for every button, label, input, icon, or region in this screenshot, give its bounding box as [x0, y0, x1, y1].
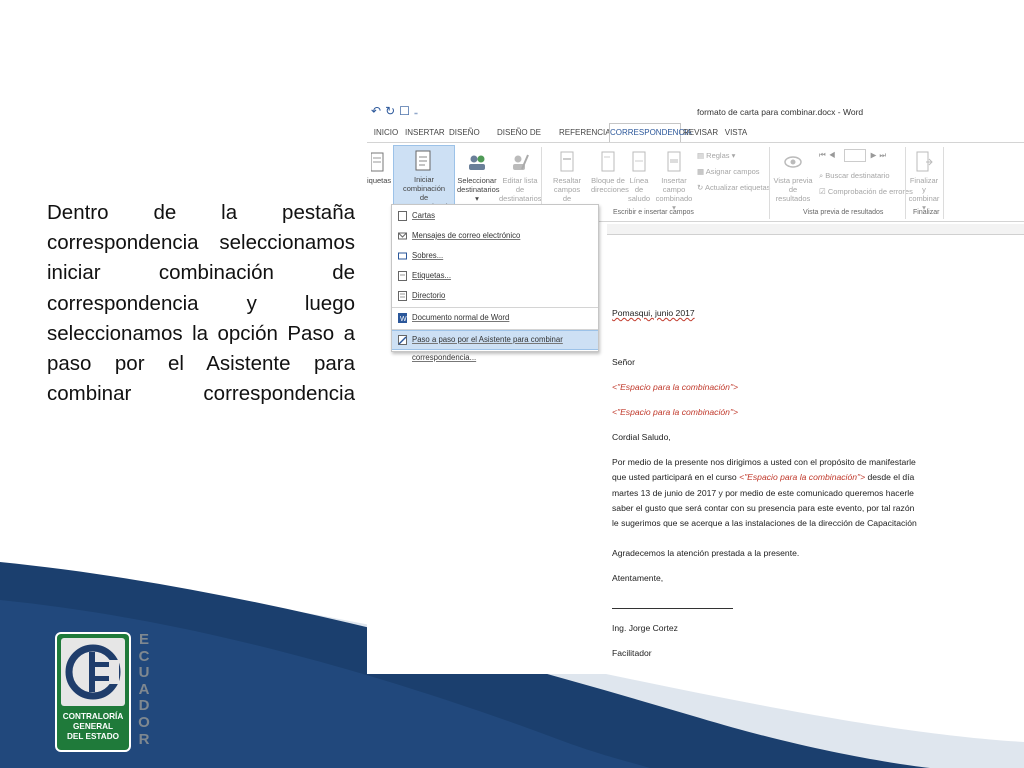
email-icon [398, 232, 407, 240]
tab-vista[interactable]: VISTA [723, 124, 749, 142]
comprobacion-errores-button[interactable]: ☑ Comprobación de errores [819, 187, 913, 196]
actualizar-etiquetas-button[interactable]: ↻ Actualizar etiquetas [697, 183, 770, 192]
tab-insertar[interactable]: INSERTAR [405, 124, 445, 142]
envelope-icon [398, 252, 407, 260]
touch-mode-icon[interactable]: ☐ [399, 104, 414, 118]
finish-merge-icon [916, 151, 933, 172]
menu-item-sobres[interactable]: Sobres... [392, 247, 598, 265]
first-record-icon[interactable]: ⏮ [819, 150, 829, 159]
signer-name: Ing. Jorge Cortez [612, 623, 678, 633]
editar-lista-button[interactable]: Editar lista de destinatarios [499, 147, 542, 205]
start-mail-merge-menu: Cartas Mensajes de correo electrónico So… [391, 204, 599, 362]
label-icon [398, 271, 407, 281]
qat-dropdown-icon[interactable]: ₌ [414, 108, 422, 117]
quick-access-toolbar: ↶↻☐₌ [371, 104, 422, 118]
tab-diseno[interactable]: DISEÑO [449, 124, 480, 142]
address-block-icon [601, 151, 615, 172]
thanks-line: Agradecemos la atención prestada a la pr… [612, 548, 800, 558]
salutation: Señor [612, 357, 635, 367]
tab-referencias[interactable]: REFERENCIAS [559, 124, 616, 142]
last-record-icon[interactable]: ⏭ [879, 150, 889, 159]
update-labels-icon: ↻ [697, 183, 705, 192]
match-fields-icon: ▦ [697, 167, 706, 176]
contraloria-emblem-icon [65, 644, 121, 700]
undo-icon[interactable]: ↶ [371, 104, 385, 118]
document-page[interactable]: Pomasqui, junio 2017 Señor <"Espacio par… [553, 236, 1024, 674]
window-title: formato de carta para combinar.docx - Wo… [697, 107, 864, 117]
menu-item-paso-a-paso[interactable]: Paso a paso por el Asistente para combin… [392, 330, 598, 362]
menu-item-cartas[interactable]: Cartas [392, 207, 598, 225]
tab-diseno-pagina[interactable]: DISEÑO DE PÁGINA [487, 124, 551, 155]
labels-icon [371, 152, 384, 172]
resaltar-campos-button[interactable]: Resaltar campos de combinación [543, 147, 591, 212]
preview-results-icon [784, 156, 802, 168]
signature-line [612, 608, 733, 609]
letter-body: Por medio de la presente nos dirigimos a… [612, 457, 917, 529]
asignar-campos-button[interactable]: ▦ Asignar campos [697, 167, 760, 176]
record-navigation: ⏮◀ ▶⏭ [819, 149, 889, 162]
contraloria-logo: CONTRALORÍA GENERAL DEL ESTADO [55, 632, 131, 752]
menu-item-correo[interactable]: Mensajes de correo electrónico [392, 227, 598, 245]
logo-line-2: GENERAL [72, 722, 114, 731]
greeting-line-icon [632, 151, 646, 172]
merge-field-2: <"Espacio para la combinación"> [612, 407, 739, 417]
ribbon-tabs: INICIO INSERTAR DISEÑO DISEÑO DE PÁGINA … [367, 123, 1024, 155]
tab-revisar[interactable]: REVISAR [683, 124, 718, 142]
seleccionar-destinatarios-button[interactable]: Seleccionar destinatarios ▾ [457, 147, 500, 205]
closing: Atentamente, [612, 573, 664, 583]
recipients-icon [469, 155, 485, 170]
insertar-campo-button[interactable]: Insertar campo combinado ▾ [653, 147, 695, 212]
menu-item-documento-normal[interactable]: W Documento normal de Word [392, 309, 598, 327]
group-vista-label: Vista previa de resultados [803, 209, 884, 216]
iniciar-combinacion-button[interactable]: Iniciar combinación de correspondencia ▾ [393, 145, 455, 220]
linea-saludo-button[interactable]: Línea de saludo [625, 147, 653, 205]
logo-line-1: CONTRALORÍA [62, 712, 124, 721]
explanation-text: Dentro de la pestaña correspondencia sel… [47, 201, 355, 406]
ecuador-vertical-text: E C U A D O R [138, 631, 150, 748]
bloque-direcciones-button[interactable]: Bloque de direcciones [591, 147, 629, 205]
greeting: Cordial Saludo, [612, 432, 671, 442]
letter-icon [398, 211, 407, 221]
start-mail-merge-icon [415, 150, 431, 171]
insert-field-icon [667, 151, 681, 172]
tab-inicio[interactable]: INICIO [371, 124, 401, 142]
check-errors-icon: ☑ [819, 187, 828, 196]
word-document-icon: W [398, 313, 407, 323]
horizontal-ruler[interactable] [607, 224, 1024, 235]
merge-field-1: <"Espacio para la combinación"> [612, 382, 739, 392]
merge-field-inline: <"Espacio para la combinación"> [739, 472, 866, 483]
previous-record-icon[interactable]: ◀ [829, 150, 839, 159]
group-escribir-label: Escribir e insertar campos [613, 209, 694, 216]
buscar-destinatario-button[interactable]: ⌕ Buscar destinatario [819, 171, 890, 181]
redo-icon[interactable]: ↻ [385, 104, 399, 118]
menu-item-directorio[interactable]: Directorio [392, 287, 598, 305]
highlight-fields-icon [560, 151, 574, 172]
place-date: Pomasqui, junio 2017 [612, 308, 695, 318]
finalizar-combinar-button[interactable]: Finalizar y combinar ▾ [907, 147, 941, 212]
directory-icon [398, 291, 407, 301]
edit-recipients-icon [513, 154, 529, 170]
word-window-screenshot: ↶↻☐₌ formato de carta para combinar.docx… [367, 100, 1024, 674]
tab-correspondencia[interactable]: CORRESPONDENCIA [609, 123, 692, 143]
group-finalizar-label: Finalizar [913, 209, 940, 216]
signer-role: Facilitador [612, 648, 652, 658]
rules-icon: ▤ [697, 151, 707, 160]
reglas-button[interactable]: ▤ Reglas ▾ [697, 151, 735, 160]
wizard-icon [398, 335, 407, 345]
svg-text:W: W [400, 316, 407, 323]
vista-previa-button[interactable]: Vista previa de resultados [771, 147, 815, 205]
record-number-input[interactable] [843, 149, 866, 162]
etiquetas-button[interactable]: iquetas [367, 147, 391, 205]
menu-item-etiquetas[interactable]: Etiquetas... [392, 267, 598, 285]
logo-line-3: DEL ESTADO [66, 732, 119, 741]
